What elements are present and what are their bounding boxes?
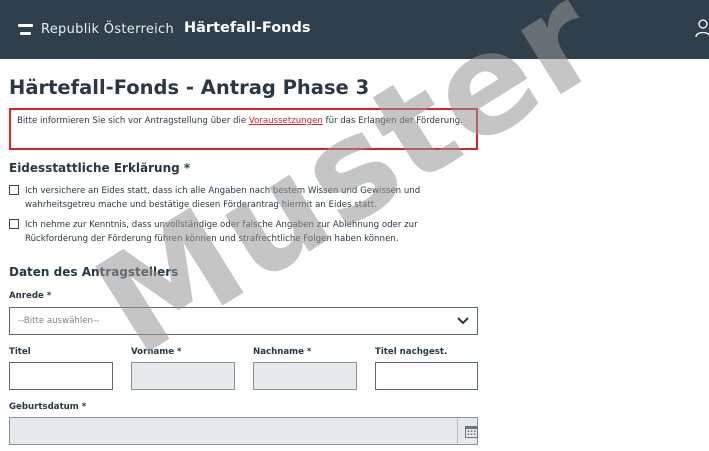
title-suffix-input[interactable] <box>375 362 478 390</box>
oath-text: Ich versichere an Eides statt, dass ich … <box>25 186 421 210</box>
notice-text-suffix: für das Erlangen der Förderung. <box>322 116 463 126</box>
app-name[interactable]: Härtefall-Fonds <box>184 20 311 36</box>
oath-checkbox[interactable] <box>9 185 19 195</box>
birthdate-label: Geburtsdatum * <box>9 402 87 412</box>
acknowledge-checkbox[interactable] <box>9 219 19 229</box>
first-name-label: Vorname * <box>131 347 182 357</box>
acknowledge-text: Ich nehme zur Kenntnis, dass unvollständ… <box>25 220 418 244</box>
birthdate-input[interactable] <box>9 417 478 445</box>
salutation-select[interactable]: --Bitte auswählen-- <box>9 307 478 335</box>
brand-name[interactable]: Republik Österreich <box>41 22 174 37</box>
flag-icon <box>18 24 33 36</box>
top-navigation-bar: Republik Österreich Härtefall-Fonds <box>0 0 709 59</box>
notice-text-prefix: Bitte informieren Sie sich vor Antragste… <box>17 116 249 126</box>
salutation-placeholder: --Bitte auswählen-- <box>18 316 100 326</box>
title-suffix-label: Titel nachgest. <box>375 347 448 357</box>
declaration-heading: Eidesstattliche Erklärung * <box>9 161 191 175</box>
info-notice: Bitte informieren Sie sich vor Antragste… <box>9 108 478 150</box>
last-name-input[interactable] <box>253 362 357 390</box>
applicant-heading: Daten des Antragstellers <box>9 265 179 279</box>
calendar-divider <box>457 418 458 444</box>
calendar-icon[interactable] <box>465 425 478 438</box>
page-title: Härtefall-Fonds - Antrag Phase 3 <box>9 76 370 99</box>
title-input[interactable] <box>9 362 113 390</box>
chevron-down-icon <box>457 317 469 325</box>
title-label: Titel <box>9 347 31 357</box>
first-name-input[interactable] <box>131 362 235 390</box>
requirements-link[interactable]: Voraussetzungen <box>249 116 323 126</box>
salutation-label: Anrede * <box>9 291 52 301</box>
user-icon[interactable] <box>695 18 709 38</box>
last-name-label: Nachname * <box>253 347 312 357</box>
